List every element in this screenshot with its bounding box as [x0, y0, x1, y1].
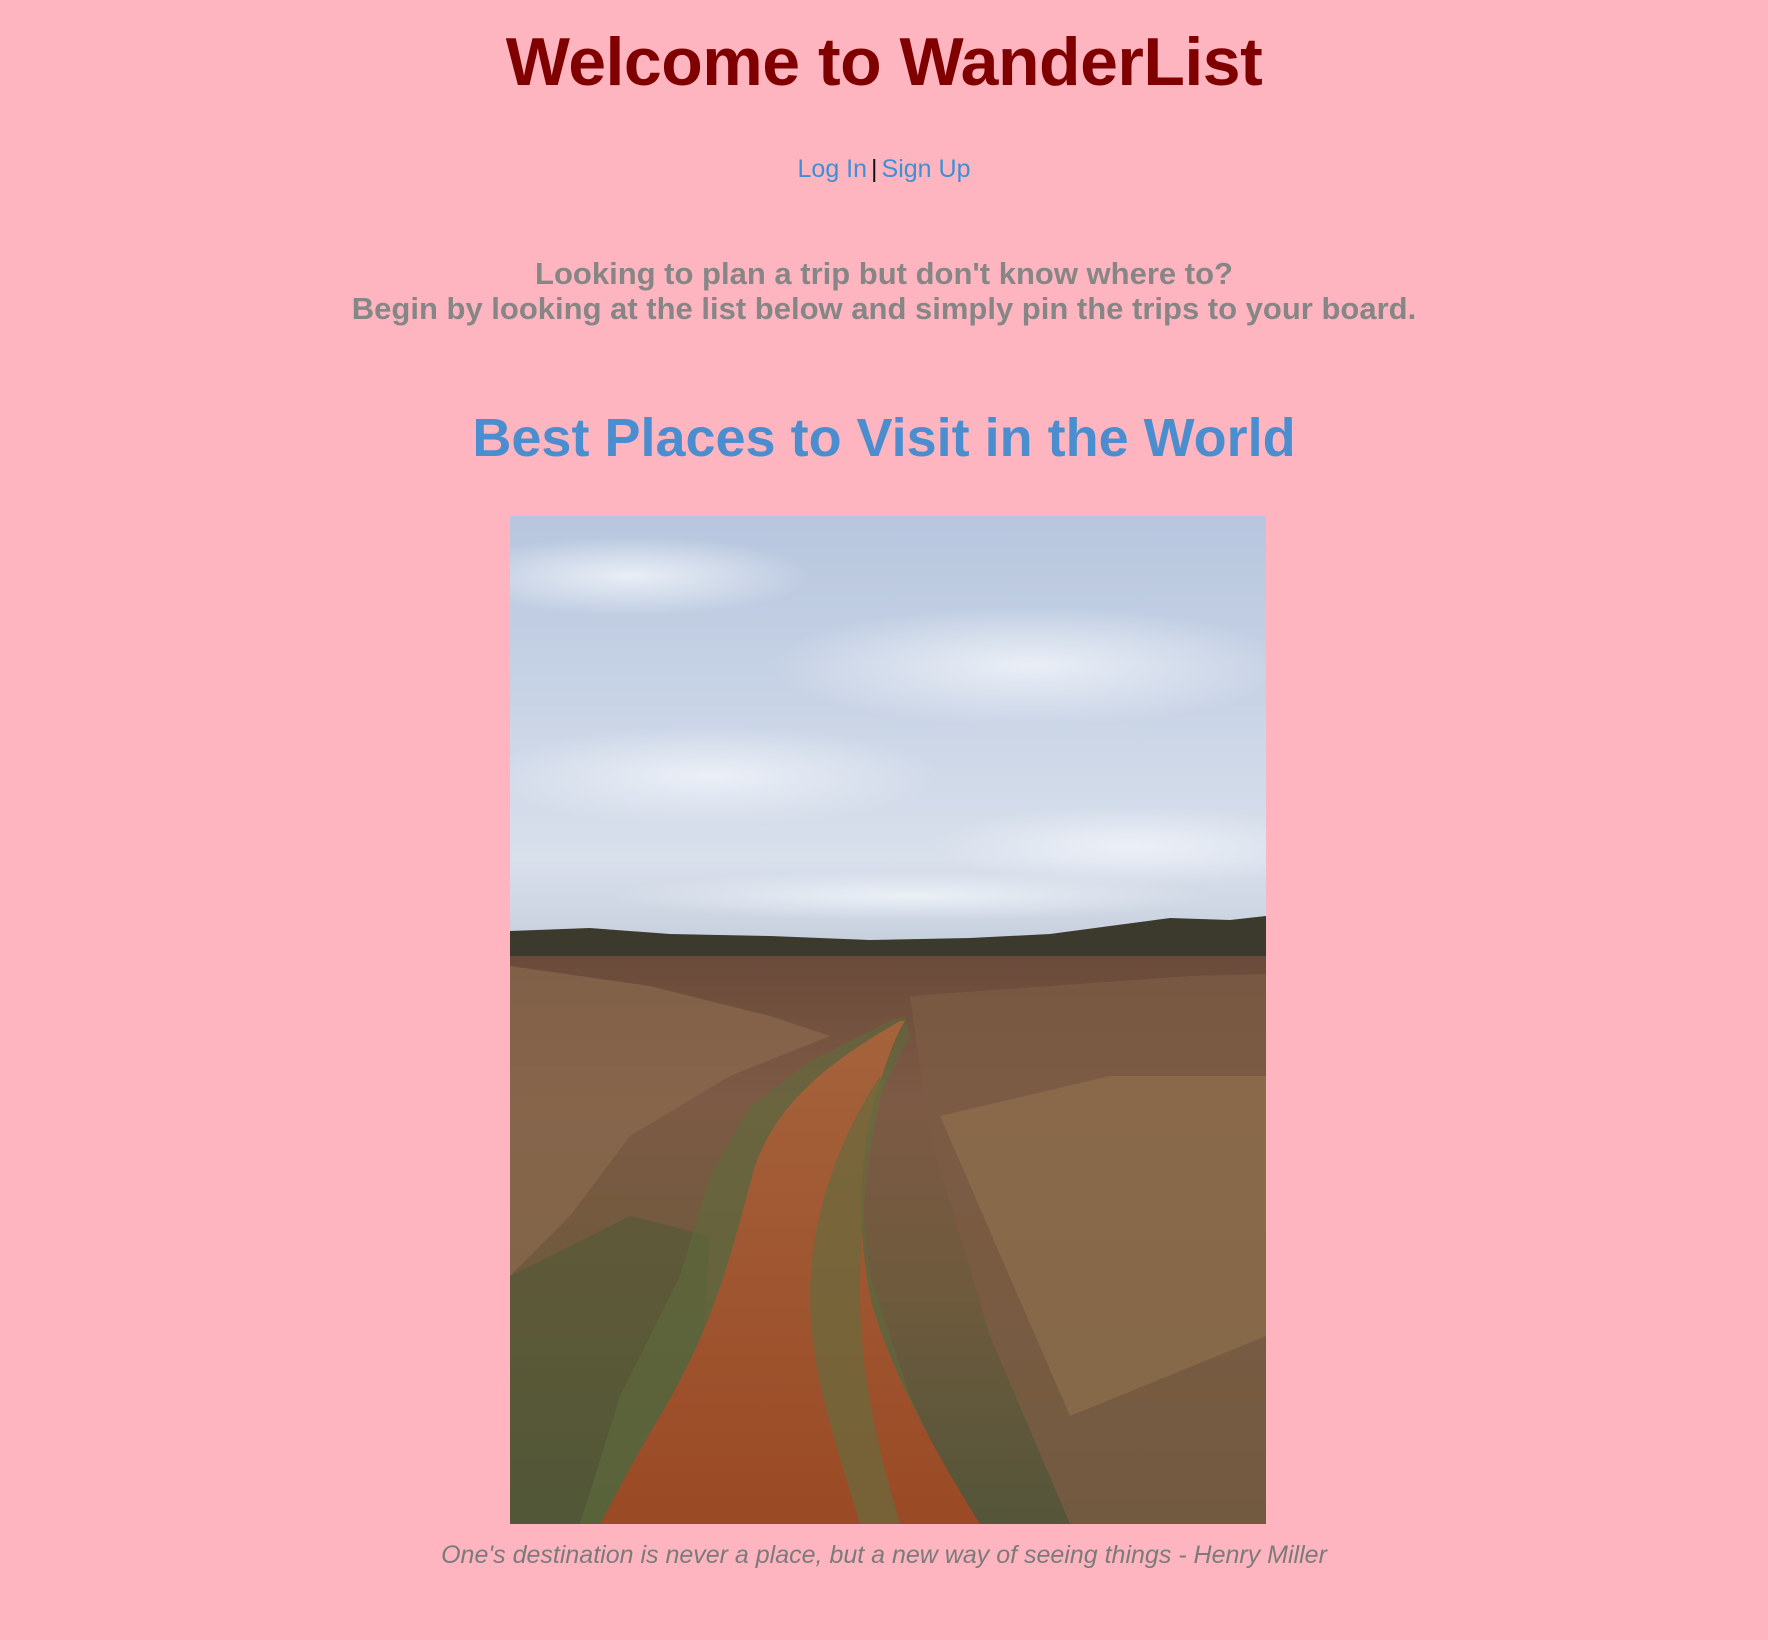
auth-nav: Log In | Sign Up	[0, 154, 1768, 184]
featured-photo	[510, 516, 1266, 1524]
intro-text: Looking to plan a trip but don't know wh…	[0, 256, 1768, 326]
login-link[interactable]: Log In	[798, 155, 868, 183]
auth-separator: |	[871, 155, 878, 183]
section-title: Best Places to Visit in the World	[472, 408, 1296, 468]
intro-line-1: Looking to plan a trip but don't know wh…	[535, 256, 1233, 291]
intro-line-2: Begin by looking at the list below and s…	[351, 291, 1417, 326]
photo-caption: One's destination is never a place, but …	[441, 1541, 1327, 1569]
page: Welcome to WanderList Log In | Sign Up Loo…	[0, 0, 1768, 470]
signup-link[interactable]: Sign Up	[882, 155, 971, 183]
site-title: Welcome to WanderList	[505, 24, 1263, 100]
